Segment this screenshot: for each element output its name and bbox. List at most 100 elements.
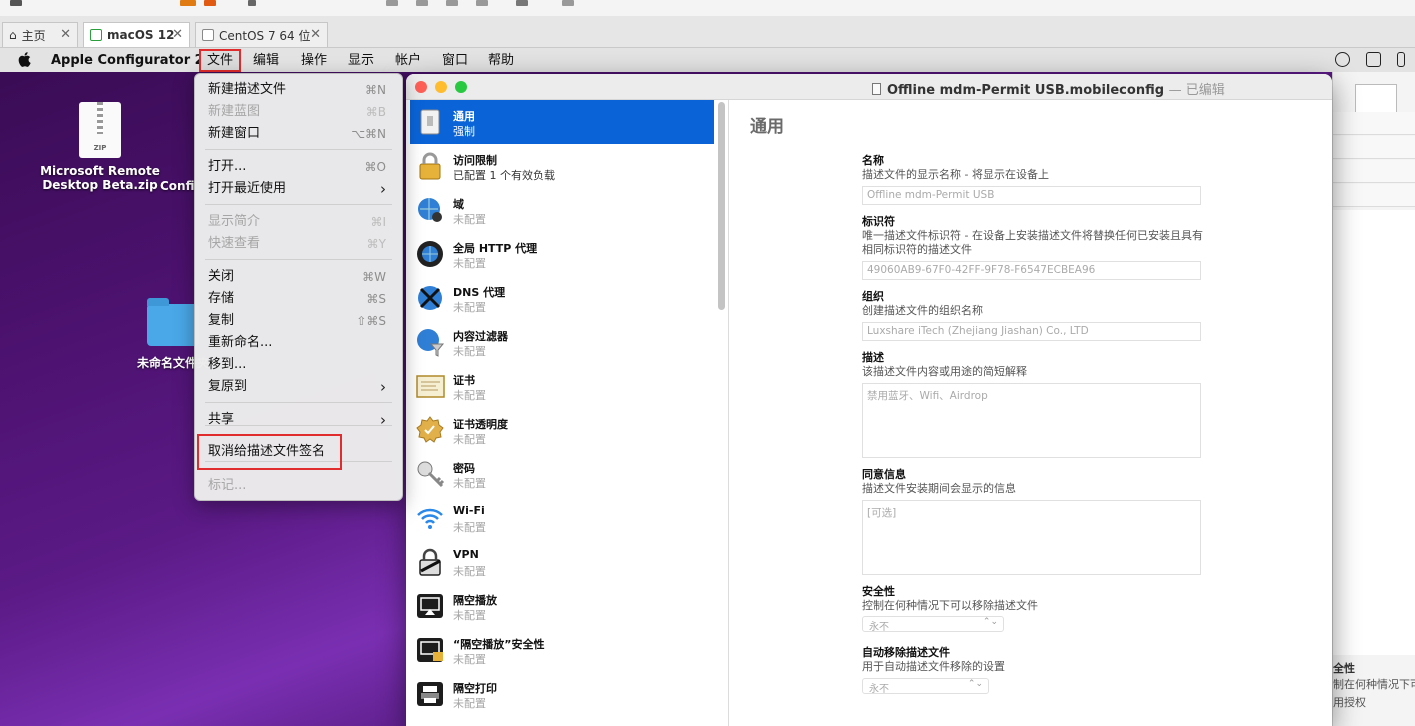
minimize-window-button[interactable]: [435, 81, 447, 93]
menu-item-label: 取消给描述文件签名: [208, 444, 326, 459]
new-window-item[interactable]: 新建窗口 ⌥⌘N: [195, 123, 402, 145]
console-icon[interactable]: [516, 0, 528, 6]
auto-remove-description: 用于自动描述文件移除的设置: [862, 660, 1005, 673]
share-item[interactable]: 共享 ›: [195, 409, 402, 431]
vpn-lock-icon: [419, 548, 441, 576]
identifier-field[interactable]: 49060AB9-67F0-42FF-9F78-F6547ECBEA96: [862, 261, 1201, 280]
document-icon: [872, 83, 881, 95]
view-icon[interactable]: [386, 0, 398, 6]
new-profile-item[interactable]: 新建描述文件 ⌘N: [195, 79, 402, 101]
close-icon[interactable]: ✕: [310, 27, 321, 42]
sidebar-item-status: 已配置 1 个有效负载: [453, 169, 555, 182]
close-item[interactable]: 关闭 ⌘W: [195, 266, 402, 288]
sidebar-item-label: DNS 代理: [453, 286, 506, 299]
new-blueprint-item: 新建蓝图 ⌘B: [195, 101, 402, 123]
window-titlebar[interactable]: Offline mdm-Permit USB.mobileconfig — 已编…: [406, 74, 1332, 100]
user-account-icon[interactable]: [1335, 52, 1350, 67]
menu-edit[interactable]: 编辑: [247, 51, 285, 70]
suspend-icon[interactable]: [204, 0, 216, 6]
menu-account[interactable]: 帐户: [389, 51, 427, 70]
sidebar-item-status: 未配置: [453, 433, 486, 446]
pause-icon[interactable]: [180, 0, 196, 6]
name-field[interactable]: Offline mdm-Permit USB: [862, 186, 1201, 205]
bg-panel: [1333, 210, 1415, 655]
sidebar-item-status: 未配置: [453, 213, 486, 226]
zoom-window-button[interactable]: [455, 81, 467, 93]
zip-file-icon[interactable]: ZIP Microsoft Remote Desktop Beta.zip: [40, 102, 160, 192]
sidebar-item-label: 域: [453, 198, 464, 211]
sidebar-item-airplay-security[interactable]: “隔空播放”安全性 未配置: [410, 628, 714, 672]
dropdown-icon[interactable]: [248, 0, 256, 6]
move-to-item[interactable]: 移到...: [195, 354, 402, 376]
sidebar-item-content-filter[interactable]: 内容过滤器 未配置: [410, 320, 714, 364]
menu-window[interactable]: 窗口: [436, 51, 474, 70]
sidebar-item-certificate-transparency[interactable]: 证书透明度 未配置: [410, 408, 714, 452]
vm-toolbar: [0, 0, 1415, 16]
menu-item-label: 标记...: [208, 478, 247, 493]
menu-item-label: 复制: [208, 313, 235, 328]
auto-remove-select[interactable]: 永不 ⌃⌄: [862, 678, 989, 695]
control-icon[interactable]: [1397, 52, 1405, 67]
tab-home[interactable]: ⌂ 主页 ✕: [2, 22, 78, 47]
bg-desc: 制在何种情况下可: [1333, 678, 1415, 691]
menu-help[interactable]: 帮助: [482, 51, 520, 70]
mac-menubar: Apple Configurator 2 文件 编辑 操作 显示 帐户 窗口 帮…: [0, 48, 1415, 72]
menu-file[interactable]: 文件: [198, 49, 242, 72]
open-recent-item[interactable]: 打开最近使用 ›: [195, 178, 402, 200]
sidebar-item-domain-globe[interactable]: 域未配置: [410, 188, 714, 232]
window-switcher-icon[interactable]: [1366, 52, 1381, 67]
sidebar-item-general[interactable]: 通用 强制: [410, 100, 714, 144]
sidebar-item-airplay[interactable]: 隔空播放 未配置: [410, 584, 714, 628]
sidebar-scrollbar[interactable]: [718, 102, 725, 310]
bg-row: [1333, 112, 1415, 135]
menu-view[interactable]: 显示: [342, 51, 380, 70]
sidebar-item-http-proxy[interactable]: 全局 HTTP 代理 未配置: [410, 232, 714, 276]
security-label: 安全性: [862, 585, 895, 598]
view-icon[interactable]: [446, 0, 458, 6]
tab-centos[interactable]: CentOS 7 64 位 ✕: [195, 22, 328, 47]
desktop-file-label[interactable]: Confi: [160, 179, 195, 193]
menu-actions[interactable]: 操作: [295, 51, 333, 70]
sidebar-item-label: 全局 HTTP 代理: [453, 242, 538, 255]
consent-field[interactable]: [可选]: [862, 500, 1201, 575]
save-item[interactable]: 存储 ⌘S: [195, 288, 402, 310]
toolbar-icon[interactable]: [10, 0, 22, 6]
fullscreen-icon[interactable]: [562, 0, 574, 6]
apple-logo-icon[interactable]: [18, 52, 31, 67]
sidebar-item-wifi[interactable]: Wi-Fi 未配置: [410, 496, 714, 540]
sidebar-item-passcode-key[interactable]: 密码 未配置: [410, 452, 714, 496]
open-item[interactable]: 打开... ⌘O: [195, 156, 402, 178]
airprint-icon: [417, 682, 443, 706]
sidebar-item-dns-proxy[interactable]: DNS 代理 未配置: [410, 276, 714, 320]
duplicate-item[interactable]: 复制 ⇧⌘S: [195, 310, 402, 332]
menu-item-label: 存储: [208, 291, 235, 306]
sidebar-item-label: 证书透明度: [453, 418, 508, 431]
view-icon[interactable]: [416, 0, 428, 6]
description-field[interactable]: 禁用蓝牙、Wifi、Airdrop: [862, 383, 1201, 458]
menu-item-label: 打开...: [208, 159, 247, 174]
organization-field[interactable]: Luxshare iTech (Zhejiang Jiashan) Co., L…: [862, 322, 1201, 341]
menu-app-name[interactable]: Apple Configurator 2: [45, 51, 210, 70]
sidebar-item-airprint[interactable]: 隔空打印 未配置: [410, 672, 714, 716]
close-window-button[interactable]: [415, 81, 427, 93]
view-icon[interactable]: [476, 0, 488, 6]
close-icon[interactable]: ✕: [172, 27, 183, 42]
menu-item-label: 关闭: [208, 269, 235, 284]
folder-icon: [147, 298, 199, 346]
sidebar-item-label: “隔空播放”安全性: [453, 638, 545, 651]
rename-item[interactable]: 重新命名...: [195, 332, 402, 354]
security-select[interactable]: 永不 ⌃⌄: [862, 616, 1004, 633]
close-icon[interactable]: ✕: [60, 27, 71, 42]
sidebar-item-status: 未配置: [453, 521, 486, 534]
sidebar-item-vpn-lock[interactable]: VPN 未配置: [410, 540, 714, 584]
sidebar-item-certificate[interactable]: 证书 未配置: [410, 364, 714, 408]
unsign-profile-item[interactable]: 取消给描述文件签名: [197, 434, 342, 470]
menu-shortcut: ⌘N: [365, 83, 386, 97]
background-window: 全性 制在何种情况下可 用授权: [1332, 72, 1415, 726]
sidebar-item-status: 未配置: [453, 565, 486, 578]
revert-to-item[interactable]: 复原到 ›: [195, 376, 402, 398]
organization-description: 创建描述文件的组织名称: [862, 304, 983, 317]
tab-macos[interactable]: macOS 12 ✕: [83, 22, 190, 47]
sidebar-item-restrictions-lock[interactable]: 访问限制 已配置 1 个有效负载: [410, 144, 714, 188]
file-menu-dropdown: 新建描述文件 ⌘N 新建蓝图 ⌘B 新建窗口 ⌥⌘N 打开... ⌘O 打开最近使用 › 显示简介 ⌘…: [194, 73, 403, 501]
